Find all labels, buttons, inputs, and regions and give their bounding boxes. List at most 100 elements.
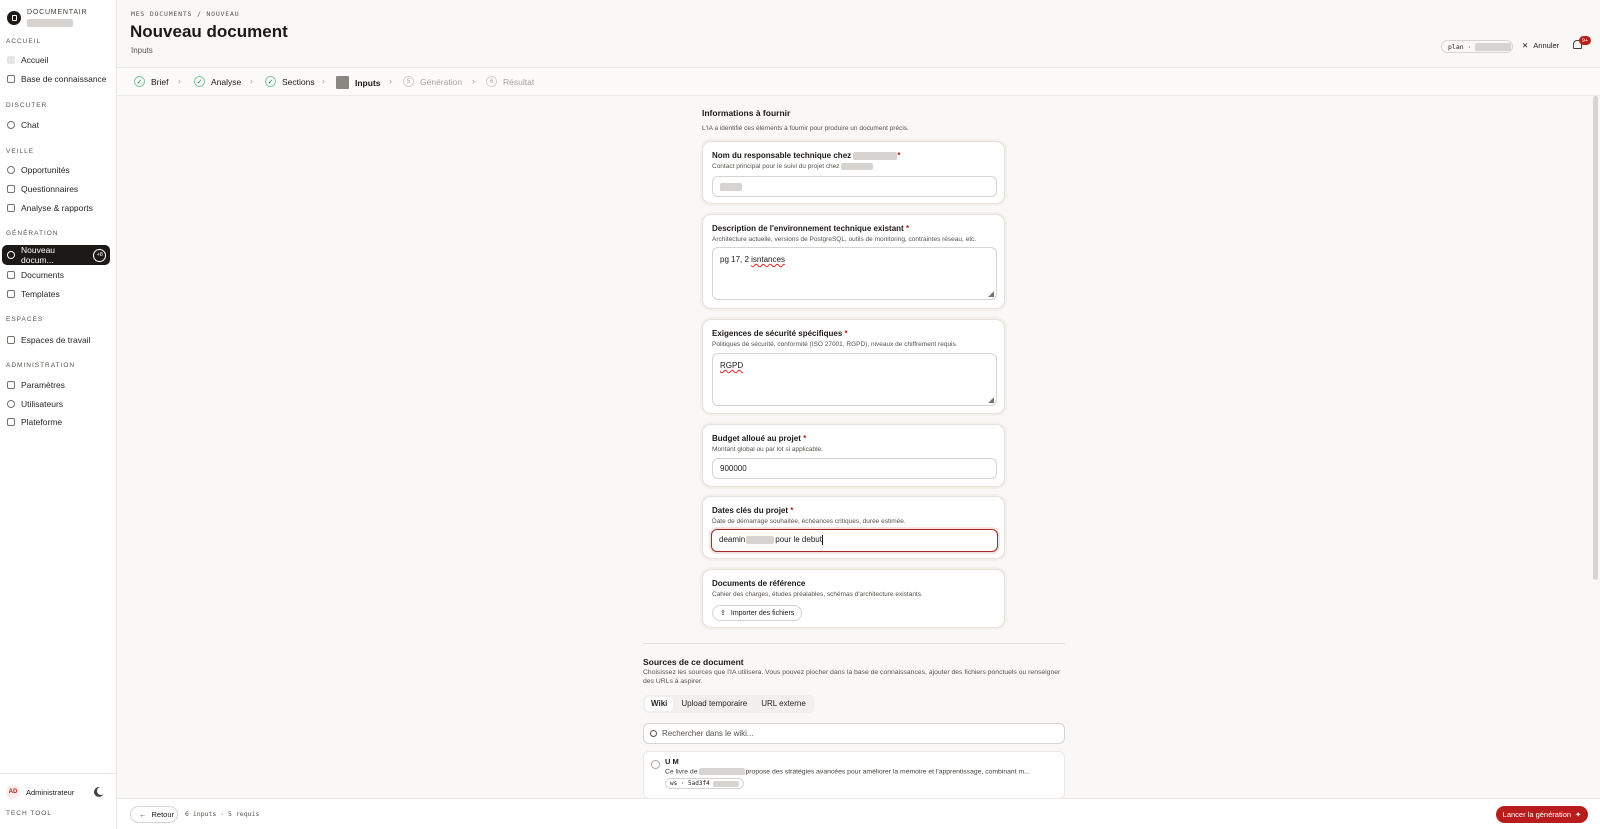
wiki-item-title: U M (665, 757, 679, 766)
brand[interactable]: DOCUMENTAIR (7, 9, 87, 27)
field-label: Exigences de sécurité spécifiques * (712, 329, 848, 338)
redacted-block (712, 780, 739, 787)
step-analyse[interactable]: ✓ Analyse (194, 76, 241, 87)
sidebar-item-nouveau-document[interactable]: Nouveau docum... +8 (2, 245, 110, 265)
redacted-block (853, 151, 898, 160)
sidebar-item-templates[interactable]: Templates (2, 284, 110, 304)
sidebar-item-label: Opportunités (21, 165, 70, 175)
brand-name: DOCUMENTAIR (27, 9, 88, 16)
sidebar-item-parametres[interactable]: Paramètres (2, 375, 110, 395)
sources-tabs: Wiki Upload temporaire URL externe (643, 695, 814, 713)
notification-badge: 9+ (1579, 36, 1591, 45)
text-cursor (821, 535, 823, 545)
sidebar-item-documents[interactable]: Documents (2, 265, 110, 285)
required-mark: * (897, 151, 901, 160)
sidebar-item-label: Espaces de travail (21, 335, 91, 345)
chevron-right-icon: › (178, 76, 181, 86)
sidebar-item-accueil[interactable]: Accueil (2, 50, 110, 70)
footer-bar: ← Retour 6 inputs · 5 requis Lancer la gé… (117, 798, 1600, 829)
environnement-textarea[interactable]: pg 17, 2 isntances (712, 247, 997, 300)
settings-icon (7, 381, 15, 389)
sidebar-item-label: Questionnaires (21, 184, 79, 194)
import-files-label: Importer des fichiers (730, 609, 795, 617)
users-icon (7, 400, 15, 408)
tab-wiki[interactable]: Wiki (645, 697, 674, 711)
avatar: AD (6, 785, 20, 799)
step-inputs[interactable]: Inputs (336, 76, 381, 89)
scrollbar[interactable] (1593, 96, 1598, 580)
securite-textarea[interactable]: RGPD (712, 353, 997, 406)
tab-upload-temporaire[interactable]: Upload temporaire (675, 697, 753, 711)
form-subheading: L'IA a identifié ces éléments à fournir … (702, 125, 909, 132)
field-card-documents-reference: Documents de référence Cahier des charge… (702, 569, 1005, 628)
field-description: Date de démarrage souhaitée, échéances c… (712, 518, 906, 525)
sidebar-item-label: Documents (21, 270, 64, 280)
resize-handle[interactable] (988, 397, 994, 403)
file-icon (7, 271, 15, 279)
tab-url-externe[interactable]: URL externe (755, 697, 812, 711)
list-item[interactable]: U M Ce livre de propose des stratégies av… (643, 751, 1065, 799)
sidebar-item-questionnaires[interactable]: Questionnaires (2, 179, 110, 199)
dates-input[interactable]: deamin pour le debut (711, 529, 998, 552)
breadcrumb: MES DOCUMENTS / NOUVEAU (131, 10, 240, 18)
sidebar-item-opportunites[interactable]: Opportunités (2, 160, 110, 180)
file-chart-icon (7, 204, 15, 212)
field-description: Contact principal pour le suivi du proje… (712, 163, 874, 170)
template-icon (7, 290, 15, 298)
sidebar-item-label: Nouveau docum... (21, 245, 56, 265)
chevron-right-icon: › (322, 76, 325, 86)
field-card-responsable: Nom du responsable technique chez * Cont… (702, 141, 1005, 204)
sidebar-item-label: Analyse & rapports (21, 203, 93, 213)
upload-icon: ⇪ (720, 610, 726, 617)
step-brief[interactable]: ✓ Brief (134, 76, 168, 87)
select-radio[interactable] (651, 760, 660, 769)
moon-icon[interactable] (97, 787, 105, 795)
field-label: Nom du responsable technique chez * (712, 151, 901, 160)
redacted-block (1475, 42, 1512, 51)
launch-label: Lancer la génération (1502, 810, 1572, 819)
step-sections[interactable]: ✓ Sections (265, 76, 315, 87)
plan-badge[interactable]: plan · (1441, 40, 1513, 53)
launch-generation-button[interactable]: Lancer la génération ✦ (1496, 806, 1588, 823)
sidebar-item-label: Plateforme (21, 417, 63, 427)
book-icon (7, 75, 15, 83)
chevron-right-icon: › (472, 76, 475, 86)
budget-input[interactable]: 900000 (712, 458, 997, 479)
back-button[interactable]: ← Retour (130, 806, 178, 823)
wiki-search-input[interactable]: Rechercher dans le wiki... (643, 723, 1065, 744)
sidebar-item-label: Templates (21, 289, 60, 299)
redacted-block (746, 536, 775, 544)
section-title-veille: VEILLE (6, 148, 35, 155)
chevron-right-icon: › (250, 76, 253, 86)
sidebar-item-analyse-rapports[interactable]: Analyse & rapports (2, 198, 110, 218)
field-label: Documents de référence (712, 579, 806, 588)
section-title-discuter: DISCUTER (6, 102, 48, 109)
cancel-button[interactable]: ✕ Annuler (1522, 41, 1559, 50)
user-menu[interactable]: AD Administrateur (6, 785, 74, 799)
resize-handle[interactable] (988, 291, 994, 297)
responsable-input[interactable] (712, 176, 997, 197)
page-title: Nouveau document (130, 22, 288, 41)
field-card-dates: Dates clés du projet * Date de démarrage… (702, 496, 1005, 559)
plan-label: plan · (1448, 42, 1472, 51)
sidebar-item-plateforme[interactable]: Plateforme (2, 412, 110, 432)
plus-circle-icon (7, 251, 15, 259)
redacted-block (841, 163, 874, 170)
sidebar-item-espaces-de-travail[interactable]: Espaces de travail (2, 330, 110, 350)
required-mark: * (790, 506, 794, 515)
section-title-administration: ADMINISTRATION (6, 362, 76, 369)
field-description: Architecture actuelle, versions de Postg… (712, 236, 977, 243)
target-icon (7, 166, 15, 174)
field-description: Montant global ou par lot si applicable. (712, 446, 823, 453)
sidebar-item-base-de-connaissance[interactable]: Base de connaissance (2, 69, 110, 89)
step-resultat: 6 Résultat (486, 76, 534, 87)
check-icon: ✓ (194, 76, 205, 87)
section-title-accueil: ACCUEIL (6, 38, 42, 45)
required-mark: * (803, 434, 807, 443)
page-subtitle: Inputs (131, 46, 153, 55)
import-files-button[interactable]: ⇪ Importer des fichiers (712, 605, 803, 621)
sidebar-item-utilisateurs[interactable]: Utilisateurs (2, 394, 110, 414)
sources-title: Sources de ce document (643, 657, 744, 667)
sidebar-item-chat[interactable]: Chat (2, 115, 110, 135)
stepper: ✓ Brief › ✓ Analyse › ✓ Sections › Inputs ›… (117, 67, 1600, 96)
